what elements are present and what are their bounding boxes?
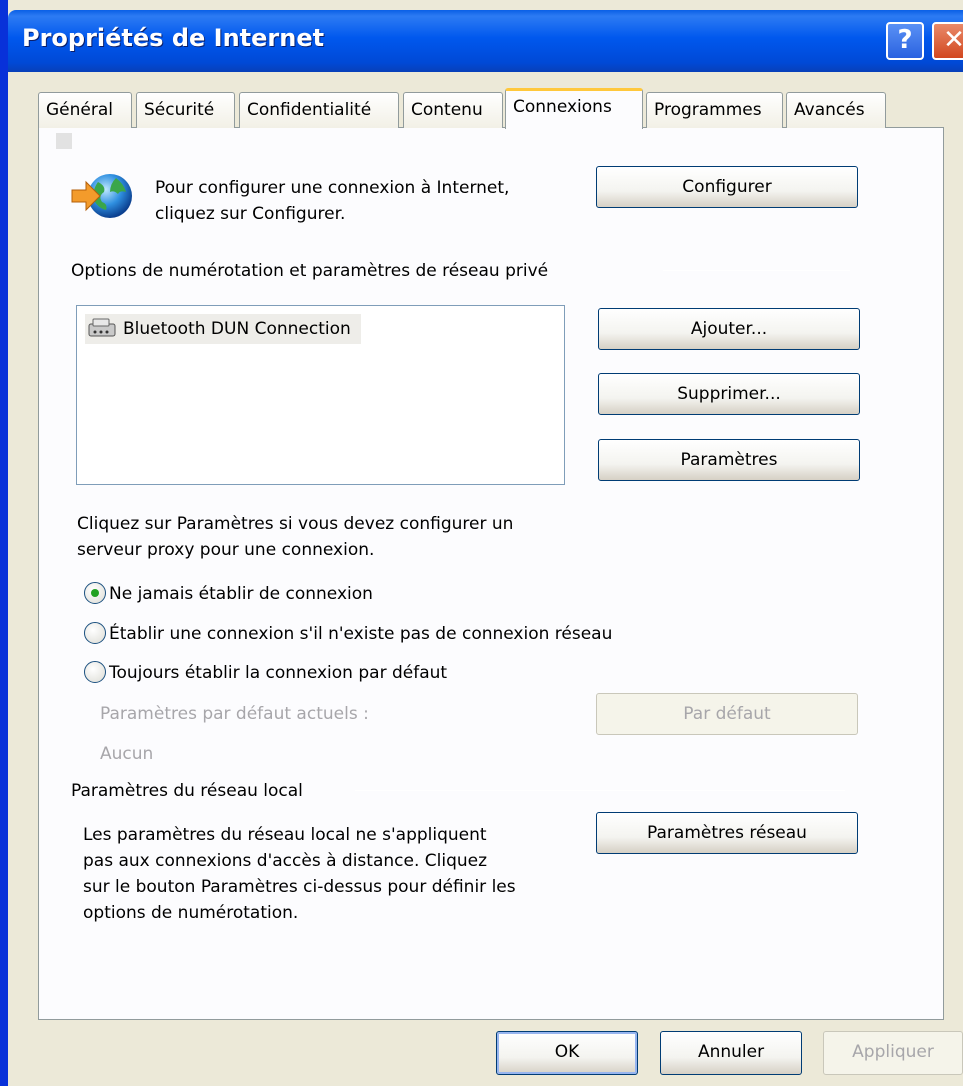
tab-programmes[interactable]: Programmes bbox=[646, 92, 783, 128]
help-icon: ? bbox=[897, 25, 913, 55]
close-icon: ✕ bbox=[943, 25, 963, 55]
set-default-button[interactable]: Par défaut bbox=[596, 693, 858, 735]
lan-text-line2: pas aux connexions d'accès à distance. C… bbox=[83, 851, 488, 871]
proxy-hint-line1: Cliquez sur Paramètres si vous devez con… bbox=[77, 514, 514, 534]
placeholder-square bbox=[56, 133, 72, 149]
add-button[interactable]: Ajouter... bbox=[598, 308, 860, 350]
help-button[interactable]: ? bbox=[886, 22, 924, 60]
tab-contenu[interactable]: Contenu bbox=[403, 92, 503, 128]
dialog-window: Propriétés de Internet ? ✕ Général Sécur… bbox=[0, 0, 963, 1086]
radio-never-dial[interactable] bbox=[84, 582, 106, 604]
ok-button[interactable]: OK bbox=[496, 1031, 638, 1075]
close-button[interactable]: ✕ bbox=[932, 22, 963, 60]
internet-globe-icon bbox=[70, 168, 134, 224]
radio-always-dial[interactable] bbox=[84, 661, 106, 683]
lan-text-line3: sur le bouton Paramètres ci-dessus pour … bbox=[83, 877, 516, 897]
tab-connexions[interactable]: Connexions bbox=[505, 88, 643, 129]
setup-text-line2: cliquez sur Configurer. bbox=[155, 204, 346, 224]
radio-always-dial-label[interactable]: Toujours établir la connexion par défaut bbox=[109, 661, 447, 685]
tab-avances[interactable]: Avancés bbox=[786, 92, 886, 128]
modem-icon bbox=[85, 316, 119, 342]
proxy-hint-line2: serveur proxy pour une connexion. bbox=[77, 540, 375, 560]
connection-listbox[interactable]: Bluetooth DUN Connection bbox=[76, 305, 565, 485]
configure-button[interactable]: Configurer bbox=[596, 166, 858, 208]
setup-text-line1: Pour configurer une connexion à Internet… bbox=[155, 178, 510, 198]
settings-button[interactable]: Paramètres bbox=[598, 439, 860, 481]
radio-never-dial-label[interactable]: Ne jamais établir de connexion bbox=[109, 582, 373, 606]
current-default-value: Aucun bbox=[100, 744, 154, 764]
lan-group-label: Paramètres du réseau local bbox=[71, 781, 303, 801]
tab-securite[interactable]: Sécurité bbox=[136, 92, 235, 128]
lan-text-line1: Les paramètres du réseau local ne s'appl… bbox=[83, 825, 487, 845]
dialog-footer bbox=[8, 1020, 963, 1086]
lan-text-line4: options de numérotation. bbox=[83, 903, 299, 923]
connection-name: Bluetooth DUN Connection bbox=[123, 319, 351, 339]
dialup-separator bbox=[663, 270, 850, 271]
tab-strip: Général Sécurité Confidentialité Contenu… bbox=[38, 88, 938, 129]
tab-confidentialite[interactable]: Confidentialité bbox=[239, 92, 399, 128]
radio-dial-when-no-network[interactable] bbox=[84, 622, 106, 644]
dialup-group-label: Options de numérotation et paramètres de… bbox=[71, 261, 549, 281]
window-title: Propriétés de Internet bbox=[22, 24, 325, 52]
remove-button[interactable]: Supprimer... bbox=[598, 373, 860, 415]
lan-settings-button[interactable]: Paramètres réseau bbox=[596, 812, 858, 854]
list-item[interactable]: Bluetooth DUN Connection bbox=[85, 314, 361, 344]
current-default-label: Paramètres par défaut actuels : bbox=[100, 704, 369, 724]
title-bar[interactable]: Propriétés de Internet ? ✕ bbox=[8, 10, 963, 72]
lan-separator bbox=[355, 790, 845, 791]
radio-dial-when-no-network-label[interactable]: Établir une connexion s'il n'existe pas … bbox=[109, 622, 612, 646]
tab-general[interactable]: Général bbox=[38, 92, 132, 128]
apply-button[interactable]: Appliquer bbox=[823, 1031, 963, 1075]
cancel-button[interactable]: Annuler bbox=[660, 1031, 802, 1075]
